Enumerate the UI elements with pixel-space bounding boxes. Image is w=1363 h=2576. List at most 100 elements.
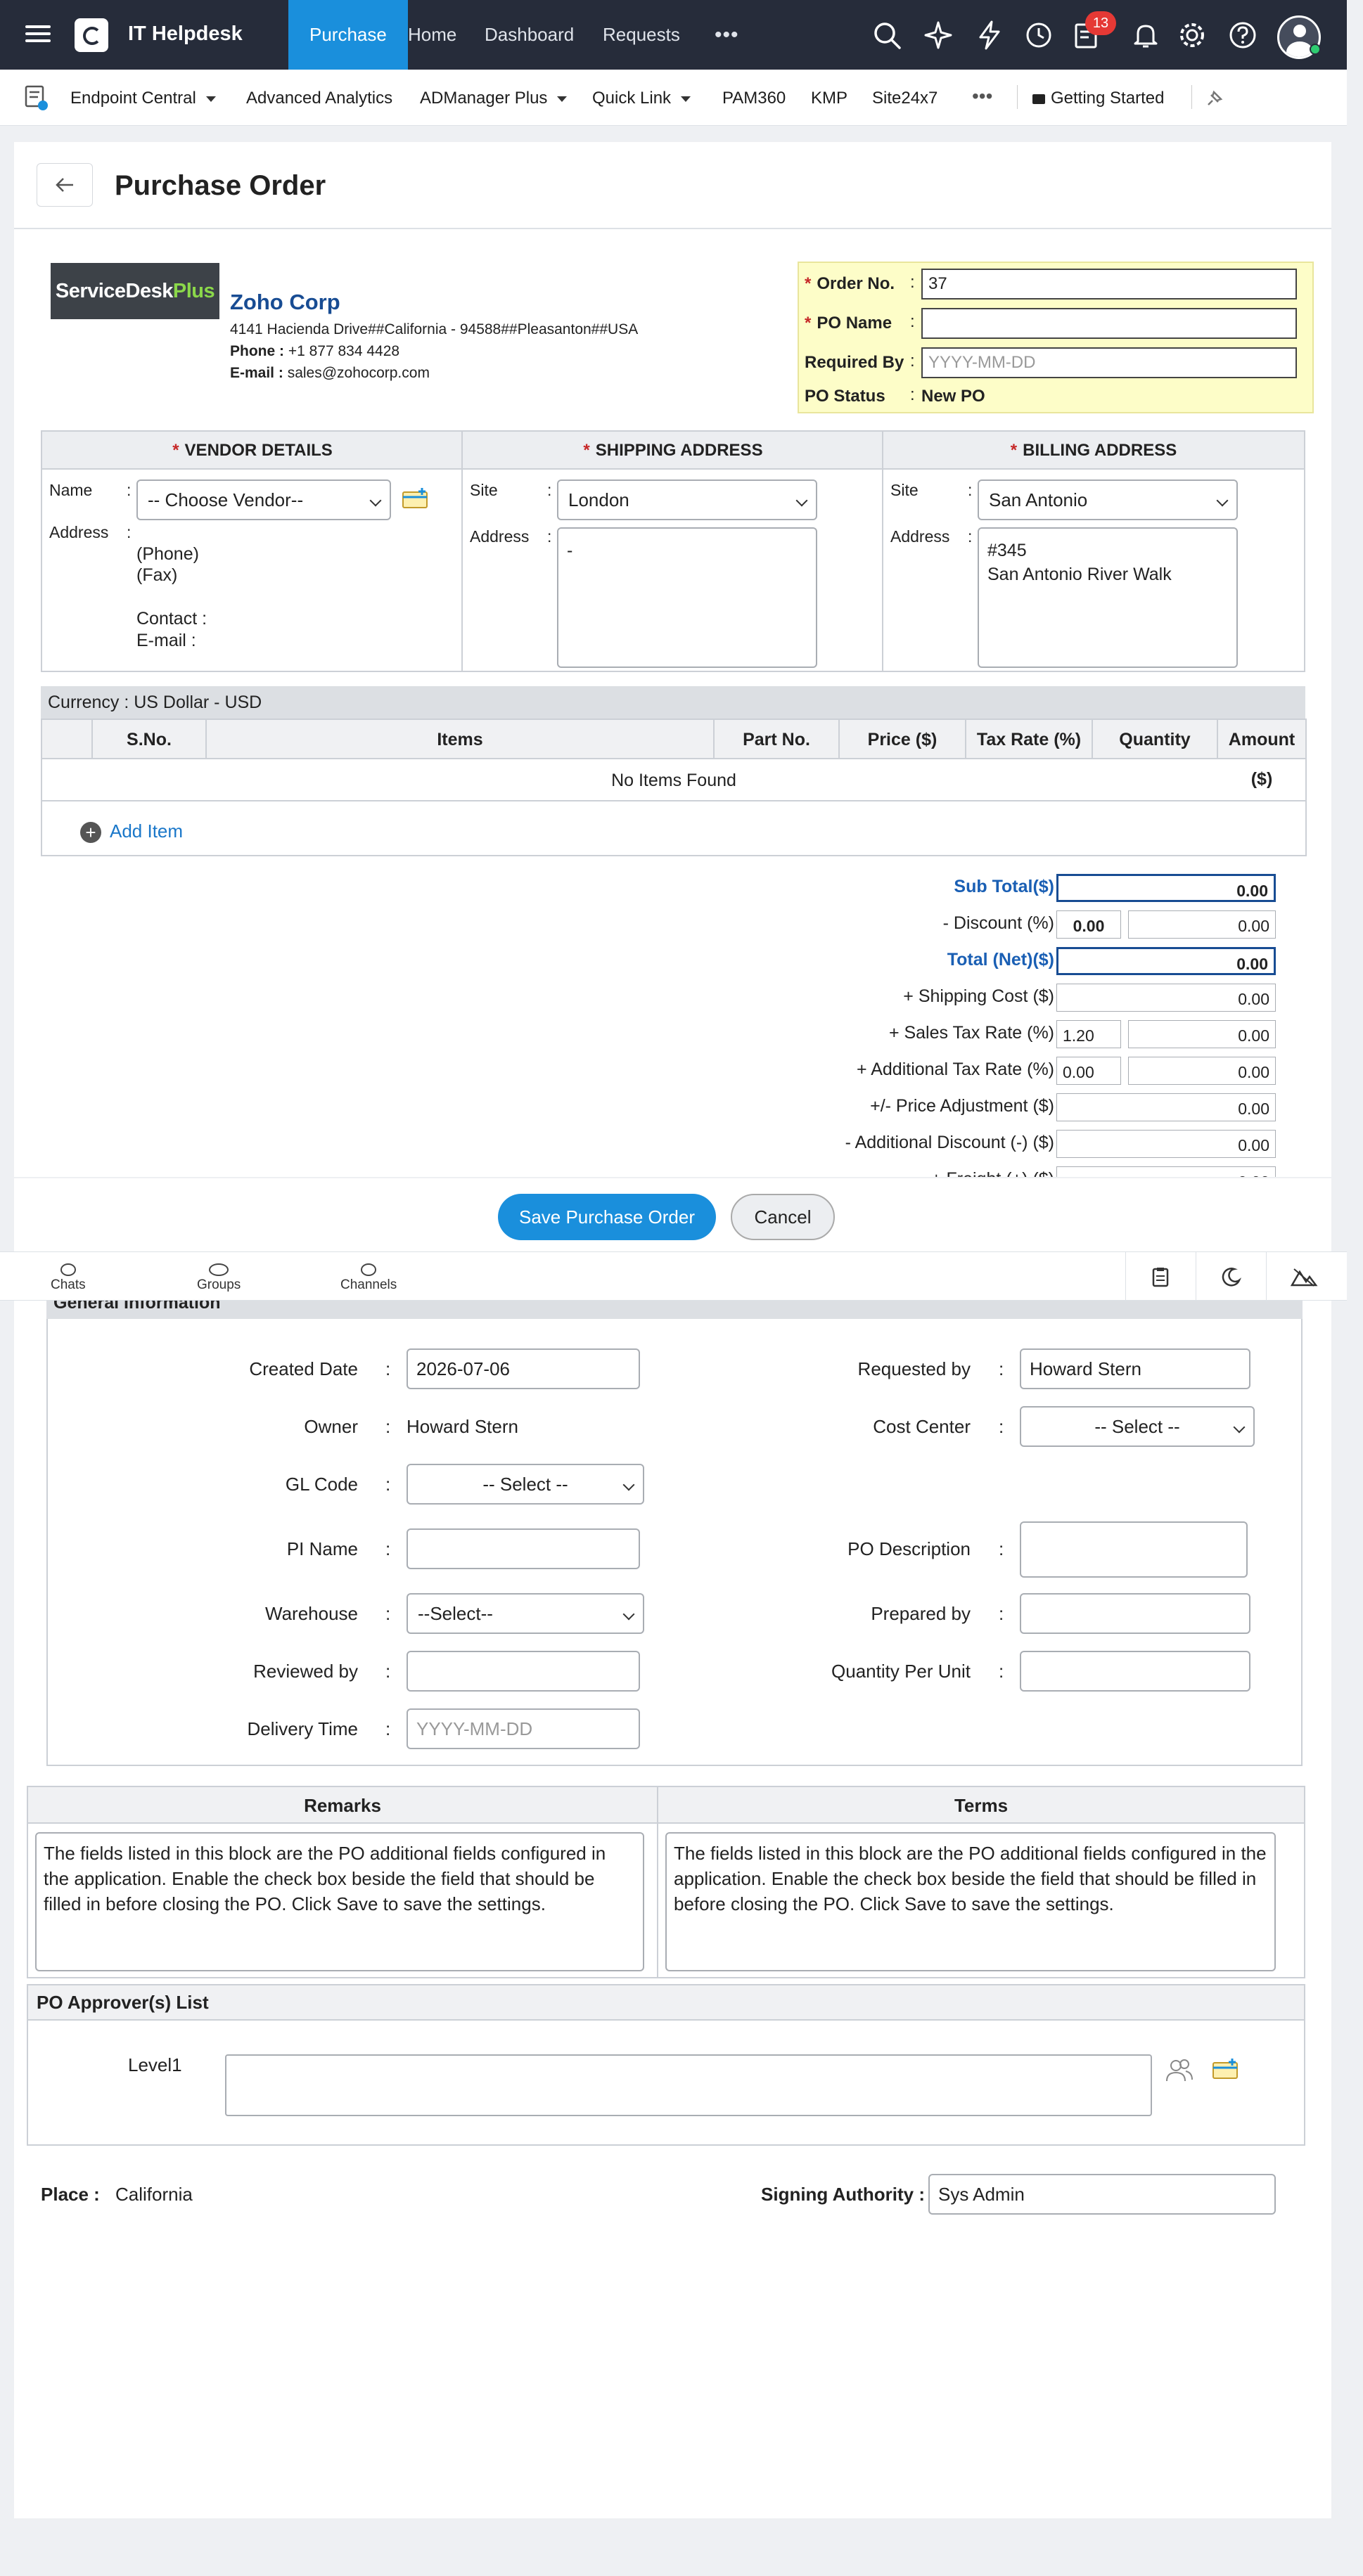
currency-bar: Currency : US Dollar - USD: [41, 686, 1305, 719]
phone-label: Phone :: [230, 343, 284, 359]
signing-authority-input[interactable]: Sys Admin: [928, 2174, 1276, 2215]
pin-icon[interactable]: [1204, 89, 1224, 109]
add-approver-icon[interactable]: [1211, 2057, 1241, 2081]
accessibility-icon[interactable]: [1290, 1266, 1318, 1287]
sales-tax-label: + Sales Tax Rate (%): [888, 1023, 1054, 1043]
help-icon[interactable]: [1227, 19, 1259, 51]
shipping-site-select[interactable]: London: [557, 479, 817, 520]
dark-mode-icon[interactable]: [1220, 1266, 1241, 1287]
chats-button[interactable]: Chats: [51, 1263, 86, 1293]
shipping-address-heading: * SHIPPING ADDRESS: [463, 432, 883, 470]
save-purchase-order-button[interactable]: Save Purchase Order: [498, 1194, 716, 1240]
chats-label: Chats: [51, 1277, 86, 1292]
more-tabs-button[interactable]: •••: [715, 0, 739, 70]
column-header-price: Price ($): [840, 720, 966, 759]
history-icon[interactable]: [1023, 19, 1055, 51]
quick-links-bar: Endpoint Central Advanced Analytics ADMa…: [0, 70, 1347, 126]
vendor-details-heading: * VENDOR DETAILS: [42, 432, 463, 470]
price-adjustment-input[interactable]: 0.00: [1056, 1093, 1276, 1121]
vendor-fax: (Fax): [136, 565, 178, 585]
po-name-input[interactable]: [921, 308, 1297, 339]
tab-purchase[interactable]: Purchase: [288, 0, 408, 70]
vendor-select[interactable]: -- Choose Vendor--: [136, 479, 391, 520]
place-value: California: [115, 2184, 193, 2205]
back-button[interactable]: [37, 163, 93, 207]
channels-button[interactable]: Channels: [340, 1263, 397, 1293]
cancel-button[interactable]: Cancel: [731, 1194, 835, 1240]
quicklink-endpoint-central[interactable]: Endpoint Central: [70, 89, 216, 108]
order-no-input[interactable]: 37: [921, 269, 1297, 300]
hamburger-menu-icon[interactable]: [25, 21, 51, 46]
colon: :: [910, 352, 915, 371]
colon: :: [968, 527, 973, 546]
terms-heading: Terms: [658, 1787, 1304, 1824]
required-by-date-input[interactable]: YYYY-MM-DD: [921, 347, 1297, 378]
additional-discount-input[interactable]: 0.00: [1056, 1130, 1276, 1158]
level1-approver-input[interactable]: [225, 2054, 1152, 2116]
discount-percent-input[interactable]: 0.00: [1056, 910, 1121, 939]
lightning-icon[interactable]: [973, 19, 1006, 51]
select-all-column[interactable]: [42, 720, 93, 759]
email-label: E-mail :: [230, 365, 283, 381]
vendor-contact: Contact :: [136, 609, 207, 629]
heading-text: VENDOR DETAILS: [184, 441, 333, 460]
quicklink-pam360[interactable]: PAM360: [722, 89, 786, 108]
quicklink-quick-link[interactable]: Quick Link: [592, 89, 691, 108]
chevron-down-icon: [557, 96, 568, 102]
divider: [1191, 85, 1192, 109]
clipboard-icon[interactable]: [1150, 1266, 1171, 1287]
select-users-icon[interactable]: [1165, 2057, 1194, 2084]
sales-tax-rate-input[interactable]: 1.20: [1056, 1020, 1121, 1048]
groups-button[interactable]: Groups: [197, 1263, 241, 1293]
chat-bar: Chats Groups Channels: [0, 1251, 1347, 1301]
ai-sparkle-icon[interactable]: [922, 19, 954, 51]
groups-icon: [209, 1263, 229, 1276]
getting-started-link[interactable]: Getting Started: [1032, 89, 1164, 108]
shipping-address-textarea[interactable]: -: [557, 527, 817, 668]
po-status-label: PO Status: [805, 387, 885, 406]
bell-icon[interactable]: [1130, 19, 1162, 51]
company-name: Zoho Corp: [230, 290, 340, 314]
divider: [1017, 85, 1018, 109]
additional-tax-label: + Additional Tax Rate (%): [857, 1060, 1054, 1079]
phone-value: +1 877 834 4428: [288, 343, 400, 359]
more-quicklinks-button[interactable]: •••: [972, 85, 992, 108]
address-line: #345: [987, 541, 1027, 560]
terms-textarea[interactable]: The fields listed in this block are the …: [665, 1832, 1276, 1971]
vendor-address-label: Address: [49, 523, 109, 541]
additional-tax-rate-input[interactable]: 0.00: [1056, 1057, 1121, 1085]
billing-address-heading: * BILLING ADDRESS: [883, 432, 1304, 470]
shipping-cost-input[interactable]: 0.00: [1056, 984, 1276, 1012]
quicklink-admanager-plus[interactable]: ADManager Plus: [420, 89, 568, 108]
add-item-button[interactable]: + Add Item: [80, 820, 183, 844]
search-icon[interactable]: [871, 19, 903, 51]
tab-requests[interactable]: Requests: [603, 0, 680, 70]
quicklink-label: Quick Link: [592, 89, 672, 108]
quicklink-kmp[interactable]: KMP: [811, 89, 847, 108]
catalog-icon[interactable]: [24, 85, 49, 112]
billing-site-select[interactable]: San Antonio: [978, 479, 1238, 520]
level1-label: Level1: [128, 2054, 182, 2075]
add-vendor-icon[interactable]: [401, 487, 430, 510]
quicklink-advanced-analytics[interactable]: Advanced Analytics: [246, 89, 392, 108]
page-title: Purchase Order: [115, 170, 326, 201]
channels-label: Channels: [340, 1277, 397, 1292]
billing-address-textarea[interactable]: #345 San Antonio River Walk: [978, 527, 1238, 668]
divider: [14, 228, 1331, 229]
colon: :: [910, 312, 915, 331]
colon: :: [127, 481, 132, 499]
remarks-heading: Remarks: [28, 1787, 658, 1824]
email-value: sales@zohocorp.com: [287, 365, 430, 381]
gear-icon[interactable]: [1176, 19, 1208, 51]
vendor-name-label: Name: [49, 481, 93, 499]
tab-home[interactable]: Home: [408, 0, 456, 70]
po-status-value: New PO: [921, 387, 985, 406]
discount-label: - Discount (%): [942, 913, 1054, 933]
remarks-textarea[interactable]: The fields listed in this block are the …: [35, 1832, 644, 1971]
remarks-terms-panel: Remarks Terms The fields listed in this …: [27, 1786, 1305, 1978]
quicklink-site24x7[interactable]: Site24x7: [872, 89, 938, 108]
tab-dashboard[interactable]: Dashboard: [485, 0, 574, 70]
vendor-phone: (Phone): [136, 544, 199, 564]
items-table: S.No. Items Part No. Price ($) Tax Rate …: [41, 719, 1307, 856]
video-icon: [1032, 94, 1045, 104]
